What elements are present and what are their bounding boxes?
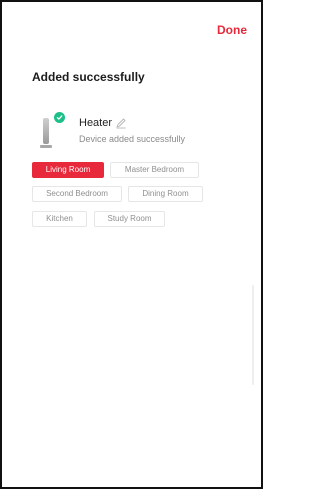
pencil-icon[interactable] xyxy=(115,116,127,129)
device-name: Heater xyxy=(79,117,113,129)
check-circle-icon xyxy=(54,112,65,123)
room-chip-living-room[interactable]: Living Room xyxy=(32,162,104,178)
room-chip-study-room[interactable]: Study Room xyxy=(94,211,165,227)
room-chip-second-bedroom[interactable]: Second Bedroom xyxy=(32,186,122,202)
room-chip-kitchen[interactable]: Kitchen xyxy=(32,211,87,227)
done-button[interactable]: Done xyxy=(217,23,247,37)
room-chip-master-bedroom[interactable]: Master Bedroom xyxy=(110,162,199,178)
heater-icon xyxy=(40,116,54,150)
scroll-indicator xyxy=(252,285,254,385)
app-screen: Done Added successfully Heater Device ad… xyxy=(0,0,263,489)
page-title: Added successfully xyxy=(32,70,145,84)
device-row: Heater Device added successfully xyxy=(32,110,242,150)
room-chip-dining-room[interactable]: Dining Room xyxy=(128,186,203,202)
device-status: Device added successfully xyxy=(79,134,186,144)
